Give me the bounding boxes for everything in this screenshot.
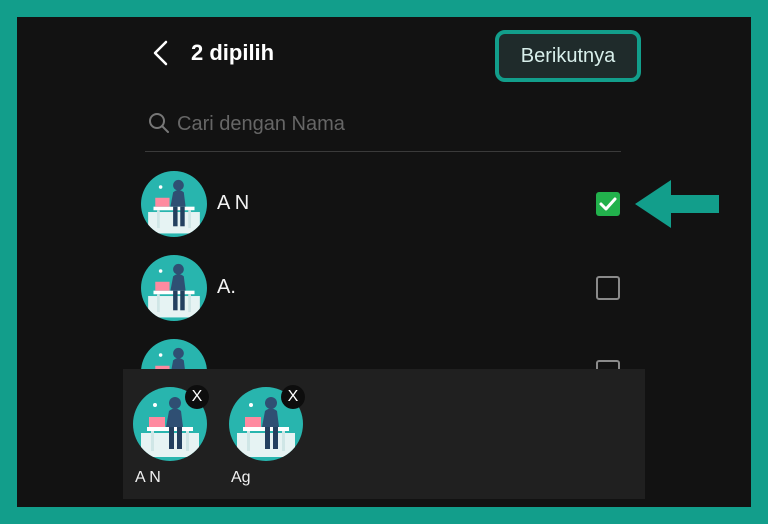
chevron-left-icon [153, 40, 168, 66]
arrow-left-icon [635, 180, 719, 228]
contact-checkbox[interactable] [596, 192, 620, 216]
back-button[interactable] [149, 39, 173, 67]
next-button[interactable]: Berikutnya [495, 30, 641, 82]
contact-checkbox[interactable] [596, 276, 620, 300]
remove-contact-button[interactable]: X [281, 385, 305, 409]
search-icon [149, 113, 169, 133]
contact-row[interactable]: A. [141, 255, 621, 321]
avatar [141, 171, 207, 237]
search-bar [145, 109, 621, 152]
selected-contact-chip: X A N [129, 385, 209, 489]
selected-contact-name: Ag [231, 469, 251, 486]
selected-contacts-tray: X A N X Ag [123, 369, 645, 499]
remove-contact-button[interactable]: X [185, 385, 209, 409]
contact-picker-screen: 2 dipilih Berikutnya Cari dengan Nama A … [17, 17, 751, 507]
contact-name: A N [217, 192, 250, 214]
selected-contact-chip: X Ag [225, 385, 305, 489]
page-title: 2 dipilih [191, 40, 275, 65]
person-at-desk-icon [148, 263, 200, 318]
contact-name: A. [217, 276, 236, 298]
checkmark-icon [599, 197, 617, 211]
search-input[interactable] [177, 109, 607, 139]
next-button-label: Berikutnya [520, 44, 616, 67]
header: 2 dipilih Berikutnya [17, 17, 751, 97]
avatar [141, 255, 207, 321]
selected-contact-name: A N [135, 469, 161, 486]
contact-row[interactable]: A N [141, 171, 621, 237]
person-at-desk-icon [148, 179, 200, 234]
